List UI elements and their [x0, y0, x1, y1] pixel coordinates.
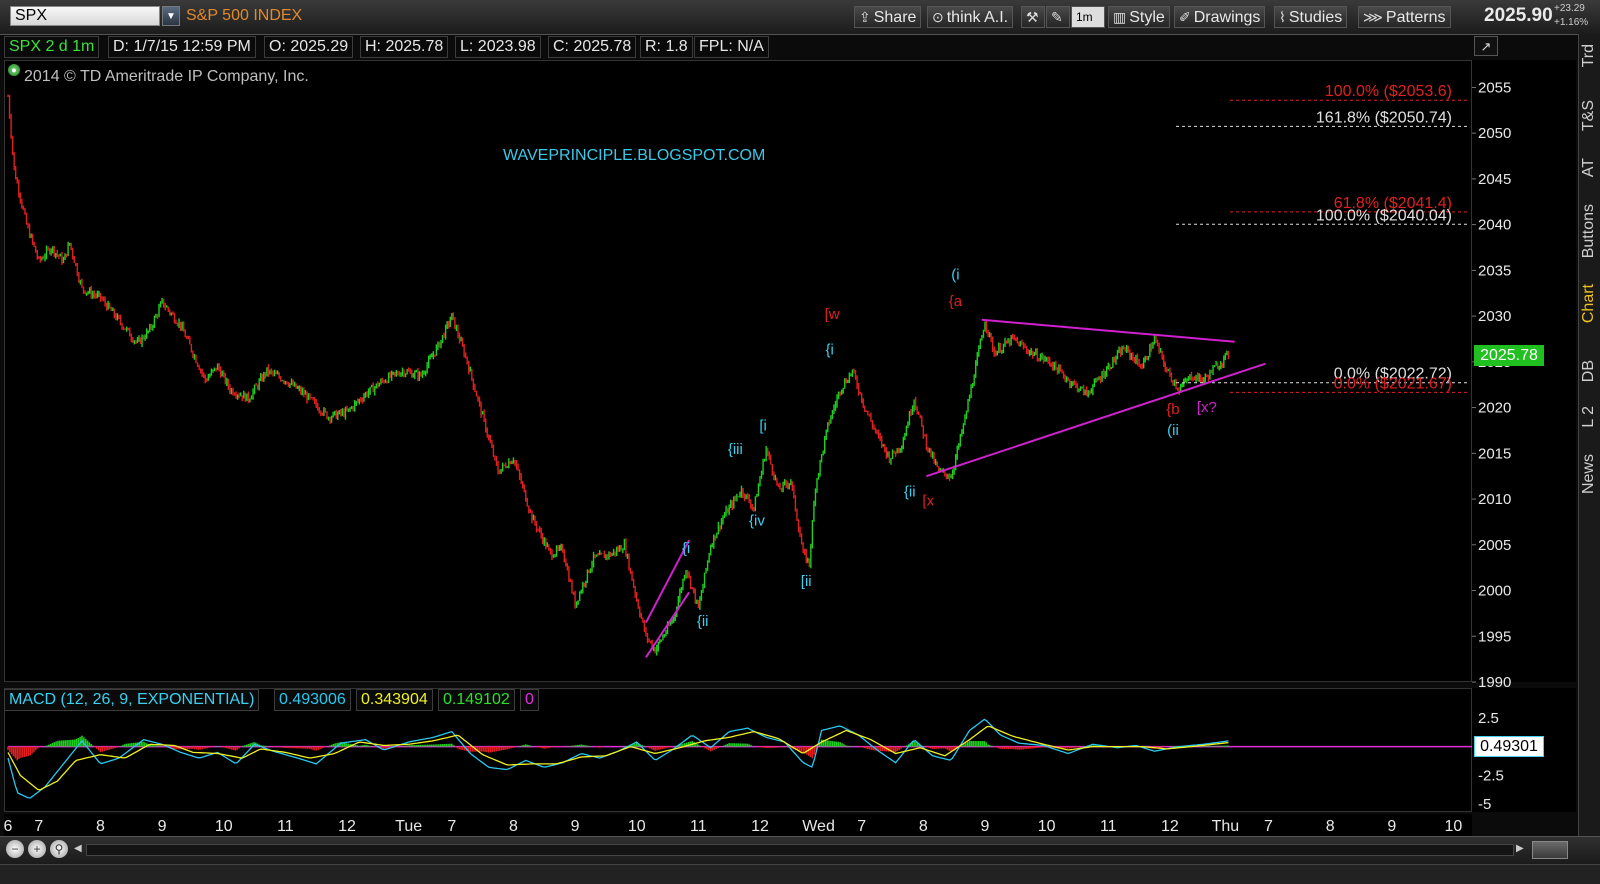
price-tick-label: 1990 [1478, 674, 1511, 691]
wave-label: {i [825, 342, 833, 359]
scroll-right-icon[interactable]: ▶ [1516, 843, 1524, 854]
price-tick-label: 2030 [1478, 308, 1511, 325]
time-tick-label: Wed [802, 818, 835, 835]
time-tick-label: 7 [34, 818, 43, 835]
macd-line-value [7, 718, 1229, 799]
time-tick-label: 10 [628, 818, 646, 835]
zoom-in-icon[interactable]: + [28, 840, 46, 858]
price-tick-label: 2010 [1478, 491, 1511, 508]
price-tick-label: 2005 [1478, 537, 1511, 554]
macd-line-avg [7, 725, 1229, 791]
price-tick-label: 2035 [1478, 262, 1511, 279]
time-tick-label: 11 [1100, 818, 1117, 835]
wave-label: [ii [801, 573, 812, 590]
wave-label: [x? [1197, 399, 1217, 416]
price-tick-label: 2040 [1478, 217, 1511, 234]
price-tick-label: 2045 [1478, 171, 1511, 188]
fib-level-label: 161.8% ($2050.74) [1316, 109, 1452, 126]
time-tick-label: 9 [981, 818, 990, 835]
time-tick-label: 12 [338, 818, 356, 835]
time-tick-label: 8 [509, 818, 518, 835]
macd-value: 0.493006 [274, 689, 351, 711]
wave-label: {b [1166, 401, 1179, 418]
price-tick-label: 1995 [1478, 628, 1511, 645]
time-tick-label: 11 [690, 818, 707, 835]
price-tick-label: 2050 [1478, 125, 1511, 142]
status-strip [0, 864, 1600, 884]
time-tick-label: 8 [96, 818, 105, 835]
fib-level-label: 100.0% ($2040.04) [1316, 207, 1452, 224]
chart-canvas: 1990199520002005201020152020202520302035… [4, 79, 1512, 835]
chart-window: SPX ▼ S&P 500 INDEX ⇪ Share ⊙ think A.I. ⚒… [0, 0, 1600, 884]
macd-study-label[interactable]: MACD (12, 26, 9, EXPONENTIAL) [4, 689, 260, 711]
last-price-tag: 2025.78 [1474, 344, 1544, 366]
time-tick-label: 10 [215, 818, 233, 835]
zoom-out-icon[interactable]: − [6, 840, 24, 858]
macd-value-tag: 0.49301 [1474, 736, 1544, 757]
time-tick-label: 6 [4, 818, 13, 835]
wave-label: [i [759, 417, 767, 434]
wave-label: [x [922, 492, 934, 509]
bottom-scroll-bar: − + ⚲ ◀ ▶ [0, 836, 1600, 865]
scroll-track[interactable] [86, 844, 1514, 856]
time-tick-label: 8 [1326, 818, 1335, 835]
time-tick-label: 7 [447, 818, 456, 835]
macd-tick-label: -5 [1478, 796, 1491, 813]
wave-label: {a [949, 293, 963, 310]
time-tick-label: 9 [158, 818, 167, 835]
fib-level-label: 100.0% ($2053.6) [1325, 83, 1452, 100]
time-tick-label: 12 [751, 818, 769, 835]
time-tick-label: 11 [277, 818, 294, 835]
price-tick-label: 2020 [1478, 400, 1511, 417]
price-tick-label: 2015 [1478, 445, 1511, 462]
time-tick-label: 10 [1038, 818, 1056, 835]
wedge-lower [645, 591, 690, 658]
scroll-thumb[interactable] [1532, 841, 1568, 859]
time-tick-label: 12 [1161, 818, 1179, 835]
time-tick-label: 9 [571, 818, 580, 835]
wave-label: {ii [904, 483, 916, 500]
time-tick-label: 8 [919, 818, 928, 835]
wave-label: (ii [1167, 422, 1179, 439]
wave-label: {i [682, 540, 690, 557]
wave-label: {iv [749, 513, 765, 530]
macd-tick-label: -2.5 [1478, 767, 1504, 784]
price-tick-label: 2055 [1478, 79, 1511, 96]
magnifier-icon[interactable]: ⚲ [50, 840, 68, 858]
time-tick-label: 10 [1445, 818, 1463, 835]
time-tick-label: Thu [1212, 818, 1240, 835]
macd-tick-label: 2.5 [1478, 710, 1499, 727]
macd-zero: 0 [520, 689, 539, 711]
wave-label: [w [825, 306, 840, 323]
macd-diff: 0.149102 [438, 689, 515, 711]
time-tick-label: 7 [1264, 818, 1273, 835]
scroll-left-icon[interactable]: ◀ [74, 843, 82, 854]
time-tick-label: Tue [395, 818, 422, 835]
wave-label: {iii [728, 441, 743, 458]
price-tick-label: 2000 [1478, 583, 1511, 600]
time-tick-label: 9 [1387, 818, 1396, 835]
macd-avg: 0.343904 [356, 689, 433, 711]
time-tick-label: 7 [857, 818, 866, 835]
wave-label: {ii [697, 613, 709, 630]
wave-label: (i [951, 267, 959, 284]
triangle-upper [981, 318, 1235, 343]
fib-level-label: 0.0% ($2021.67) [1334, 375, 1452, 392]
